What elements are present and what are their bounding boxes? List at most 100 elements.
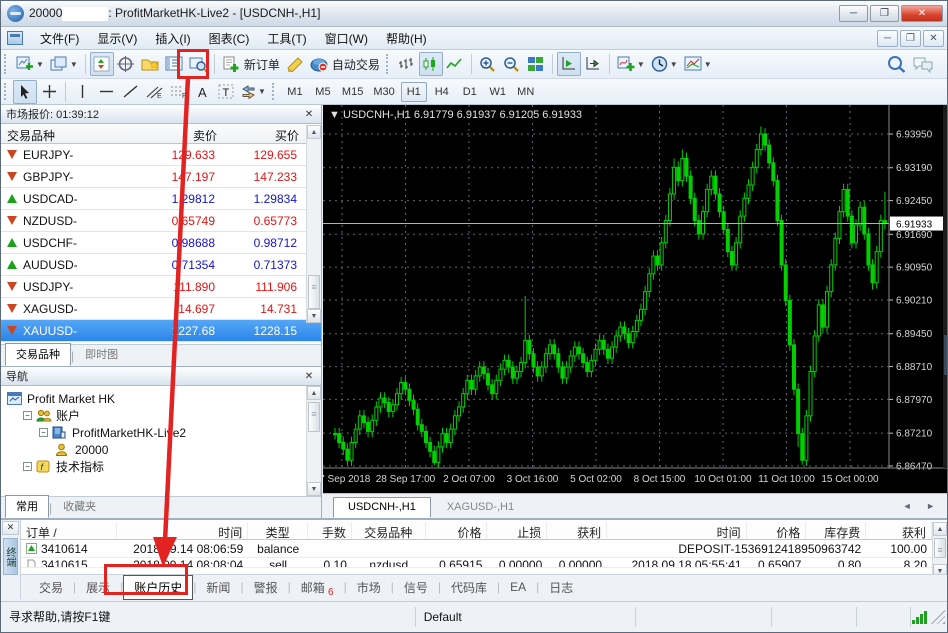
menu-item-0[interactable]: 文件(F) [31,27,88,50]
fibo-button[interactable]: F [166,80,190,104]
label-button[interactable]: T [214,80,238,104]
market-watch-row-usdjpy[interactable]: USDJPY-111.890111.906 [1,276,321,298]
close-button[interactable]: ✕ [901,5,943,22]
market-watch-button[interactable] [90,52,114,76]
timeframe-m30-button[interactable]: M30 [369,82,398,102]
navigator-button[interactable] [138,52,162,76]
candlestick-chart[interactable]: 27 Sep 201828 Sep 17:002 Oct 07:003 Oct … [323,105,948,493]
timeframe-m1-button[interactable]: M1 [282,82,308,102]
bar-chart-button[interactable] [395,52,419,76]
market-watch-row-xauusd[interactable]: XAUUSD-1227.681228.15 [1,320,321,342]
terminal-tab-账户历史[interactable]: 账户历史 [123,575,193,600]
scroll-up-icon[interactable]: ▲ [307,386,321,400]
market-watch-row-gbpjpy[interactable]: GBPJPY-147.197147.233 [1,166,321,188]
cursor-button[interactable] [13,80,37,104]
minimize-button[interactable]: ─ [839,5,868,22]
terminal-column-10[interactable]: 库存费 [806,522,866,539]
timeframe-mn-button[interactable]: MN [513,82,539,102]
crosshair-button[interactable] [37,80,61,104]
timeframe-h4-button[interactable]: H4 [429,82,455,102]
navigator-node-0[interactable]: Profit Market HK [7,390,319,407]
navigator-tab-0[interactable]: 常用 [5,495,49,518]
tester-button[interactable] [186,52,210,76]
chart-shift-button[interactable] [581,52,605,76]
terminal-column-7[interactable]: 获利 [547,522,607,539]
new-chart-button[interactable]: ▼ [13,52,47,76]
terminal-tab-信号[interactable]: 信号 [394,576,438,599]
market-watch-scrollbar[interactable]: ▲ ▼ [306,125,321,323]
chart-area[interactable]: 27 Sep 201828 Sep 17:002 Oct 07:003 Oct … [323,105,948,518]
terminal-tab-新闻[interactable]: 新闻 [196,576,240,599]
market-watch-row-usdchf[interactable]: USDCHF-0.986880.98712 [1,232,321,254]
menu-item-2[interactable]: 插入(I) [146,27,199,50]
auto-scroll-button[interactable] [557,52,581,76]
mdi-minimize-button[interactable]: ─ [877,30,898,47]
terminal-row-order[interactable]: 34106152018.09.14 08:08:04sell0.10nzdusd… [21,558,932,568]
market-watch-row-xagusd[interactable]: XAGUSD-14.69714.731 [1,298,321,320]
candle-chart-button[interactable] [419,52,443,76]
market-watch-tab-1[interactable]: 即时图 [74,343,129,366]
shapes-button[interactable]: ▼ [238,80,269,104]
close-icon[interactable]: ✕ [302,109,316,120]
resize-grip[interactable] [931,610,945,624]
terminal-tab-代码库[interactable]: 代码库 [441,576,497,599]
navigator-tab-1[interactable]: 收藏夹 [52,495,107,518]
timeframe-m5-button[interactable]: M5 [310,82,336,102]
chart-window-icon[interactable] [7,31,23,45]
terminal-row-balance[interactable]: 34106142018.09.14 08:06:59balanceDEPOSIT… [21,540,932,558]
collapse-icon[interactable]: − [23,411,32,420]
terminal-vertical-title[interactable]: 终端 [3,538,18,575]
navigator-node-1[interactable]: −账户 [7,407,319,424]
chart-tab-1[interactable]: XAGUSD-,H1 [432,497,529,518]
menu-item-1[interactable]: 显示(V) [88,27,146,50]
menu-item-6[interactable]: 帮助(H) [377,27,436,50]
terminal-tab-日志[interactable]: 日志 [539,576,583,599]
restore-button[interactable]: ❐ [870,5,899,22]
text-button[interactable]: A [190,80,214,104]
terminal-column-9[interactable]: 价格 [747,522,807,539]
collapse-icon[interactable]: − [23,462,32,471]
market-watch-row-nzdusd[interactable]: NZDUSD-0.657490.65773 [1,210,321,232]
terminal-column-5[interactable]: 价格 [426,522,488,539]
metaeditor-button[interactable] [283,52,307,76]
tile-windows-button[interactable] [524,52,548,76]
chart-tab-scroll-icons[interactable]: ◄ ► [903,501,941,511]
data-window-button[interactable] [114,52,138,76]
terminal-tab-邮箱[interactable]: 邮箱 6 [291,576,344,599]
scroll-down-icon[interactable]: ▼ [307,482,321,496]
navigator-node-3[interactable]: 20000 [7,441,319,458]
search-button[interactable] [884,52,909,76]
zoom-out-button[interactable] [500,52,524,76]
timeframe-w1-button[interactable]: W1 [485,82,511,102]
timeframe-d1-button[interactable]: D1 [457,82,483,102]
templates-button[interactable]: ▼ [681,52,715,76]
close-icon[interactable]: ✕ [302,371,316,382]
trendline-button[interactable] [118,80,142,104]
terminal-column-3[interactable]: 手数 [308,522,352,539]
vline-button[interactable] [70,80,94,104]
terminal-column-2[interactable]: 类型 [248,522,308,539]
status-profile[interactable]: Default [416,607,636,627]
channel-button[interactable]: E [142,80,166,104]
menu-item-5[interactable]: 窗口(W) [316,27,377,50]
terminal-column-4[interactable]: 交易品种 [352,522,426,539]
terminal-column-0[interactable]: 订单 / [21,522,117,539]
scroll-up-icon[interactable]: ▲ [933,522,947,536]
navigator-node-2[interactable]: −ProfitMarketHK-Live2 [7,424,319,441]
market-watch-row-eurjpy[interactable]: EURJPY-129.633129.655 [1,144,321,166]
title-bar[interactable]: 20000: ProfitMarketHK-Live2 - [USDCNH-,H… [1,1,947,27]
timeframe-h1-button[interactable]: H1 [401,82,427,102]
indicators-button[interactable]: ▼ [614,52,648,76]
market-watch-row-usdcad[interactable]: USDCAD-1.298121.29834 [1,188,321,210]
navigator-scrollbar[interactable]: ▲ ▼ [306,386,321,496]
timeframe-m15-button[interactable]: M15 [338,82,367,102]
hline-button[interactable] [94,80,118,104]
terminal-button[interactable] [162,52,186,76]
mdi-close-button[interactable]: ✕ [923,30,944,47]
terminal-column-1[interactable]: 时间 [117,522,249,539]
market-watch-tab-0[interactable]: 交易品种 [5,343,71,366]
chart-tab-0[interactable]: USDCNH-,H1 [333,497,431,518]
navigator-node-4[interactable]: −f技术指标 [7,458,319,475]
chat-button[interactable] [909,52,937,76]
zoom-in-button[interactable] [476,52,500,76]
